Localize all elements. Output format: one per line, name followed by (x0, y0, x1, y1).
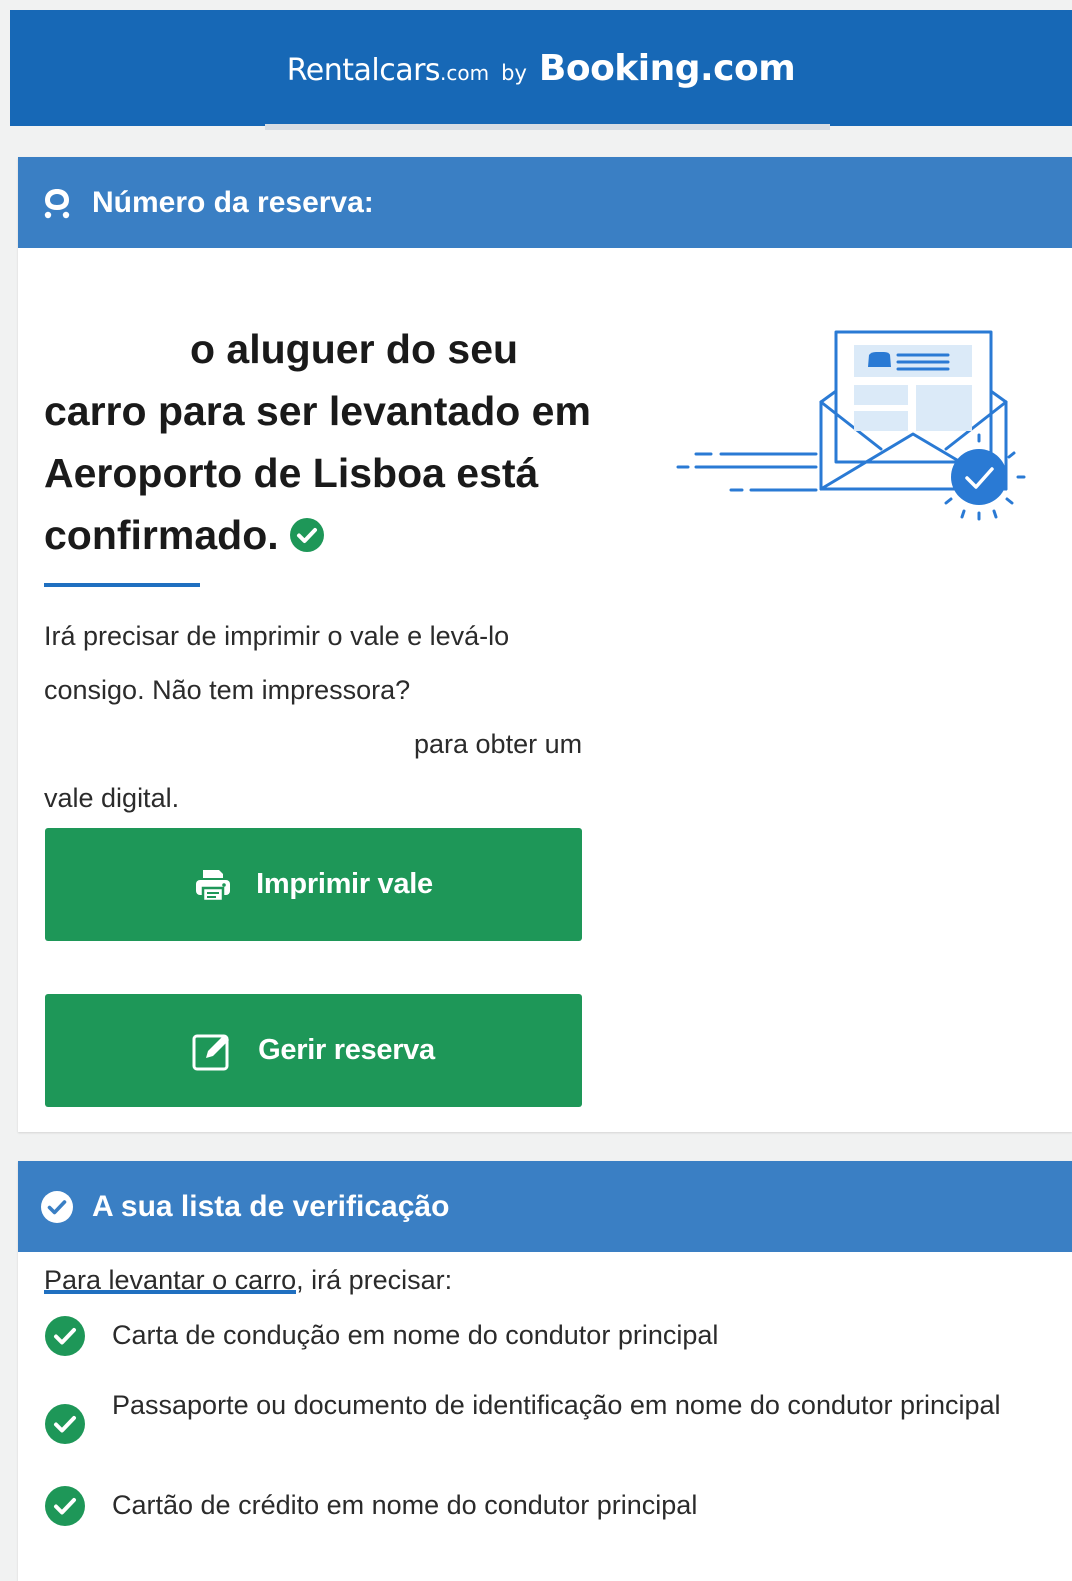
printer-icon (194, 867, 232, 903)
checklist-item: Passaporte ou documento de identificação… (44, 1389, 1044, 1445)
site-header: Rentalcars .com by Booking.com (10, 10, 1072, 126)
reservation-card: Número da reserva: o aluguer do seu carr… (18, 157, 1072, 1132)
rentalcars-pin-icon (40, 186, 74, 220)
check-icon (45, 1486, 85, 1526)
title-line-1: o aluguer do seu (190, 326, 519, 372)
reservation-card-header: Número da reserva: (18, 157, 1072, 248)
header-divider (265, 124, 830, 130)
checklist-card-header: A sua lista de verificação (18, 1161, 1072, 1252)
title-underline (44, 583, 200, 587)
edit-icon (192, 1030, 234, 1072)
check-circle-icon (40, 1190, 74, 1224)
print-voucher-button[interactable]: Imprimir vale (45, 828, 582, 941)
checklist-underline (44, 1290, 296, 1294)
manage-booking-label: Gerir reserva (258, 1034, 435, 1066)
checklist-intro: Para levantar o carro, irá precisar: (44, 1265, 453, 1295)
checklist-item-text: Cartão de crédito em nome do condutor pr… (112, 1490, 698, 1520)
brand-by: by (501, 60, 527, 85)
check-icon (45, 1404, 85, 1444)
title-line-2: carro para ser levantado em (44, 388, 591, 434)
instruction-line-2: consigo. Não tem impressora? (44, 675, 411, 705)
checklist-item: Cartão de crédito em nome do condutor pr… (44, 1486, 1044, 1527)
instruction-line-3: para obter um (414, 729, 583, 759)
brand-rentalcars: Rentalcars (286, 52, 441, 88)
checklist-card: A sua lista de verificação Para levantar… (18, 1161, 1072, 1581)
checklist-item-text: Passaporte ou documento de identificação… (112, 1390, 1001, 1420)
brand-logo[interactable]: Rentalcars .com by Booking.com (286, 47, 796, 89)
confirmed-check-icon (289, 508, 325, 570)
instruction-line-4: vale digital. (44, 783, 180, 813)
brand-booking: Booking.com (538, 47, 796, 89)
title-line-4: confirmado. (44, 512, 279, 558)
print-voucher-label: Imprimir vale (256, 868, 433, 900)
check-icon (45, 1316, 85, 1356)
checklist-item-text: Carta de condução em nome do condutor pr… (112, 1320, 719, 1350)
checklist-item: Carta de condução em nome do condutor pr… (44, 1316, 1044, 1357)
title-line-3: Aeroporto de Lisboa está (44, 450, 539, 496)
reservation-number-label: Número da reserva: (92, 185, 374, 219)
brand-rentalcars-suffix: .com (440, 60, 490, 85)
confirmation-envelope-icon (676, 330, 1026, 521)
confirmation-title: o aluguer do seu carro para ser levantad… (44, 318, 684, 570)
checklist-title: A sua lista de verificação (92, 1189, 450, 1223)
instruction-line-1: Irá precisar de imprimir o vale e levá-l… (44, 621, 510, 651)
manage-booking-button[interactable]: Gerir reserva (45, 994, 582, 1107)
print-instructions: Irá precisar de imprimir o vale e levá-l… (44, 609, 644, 825)
